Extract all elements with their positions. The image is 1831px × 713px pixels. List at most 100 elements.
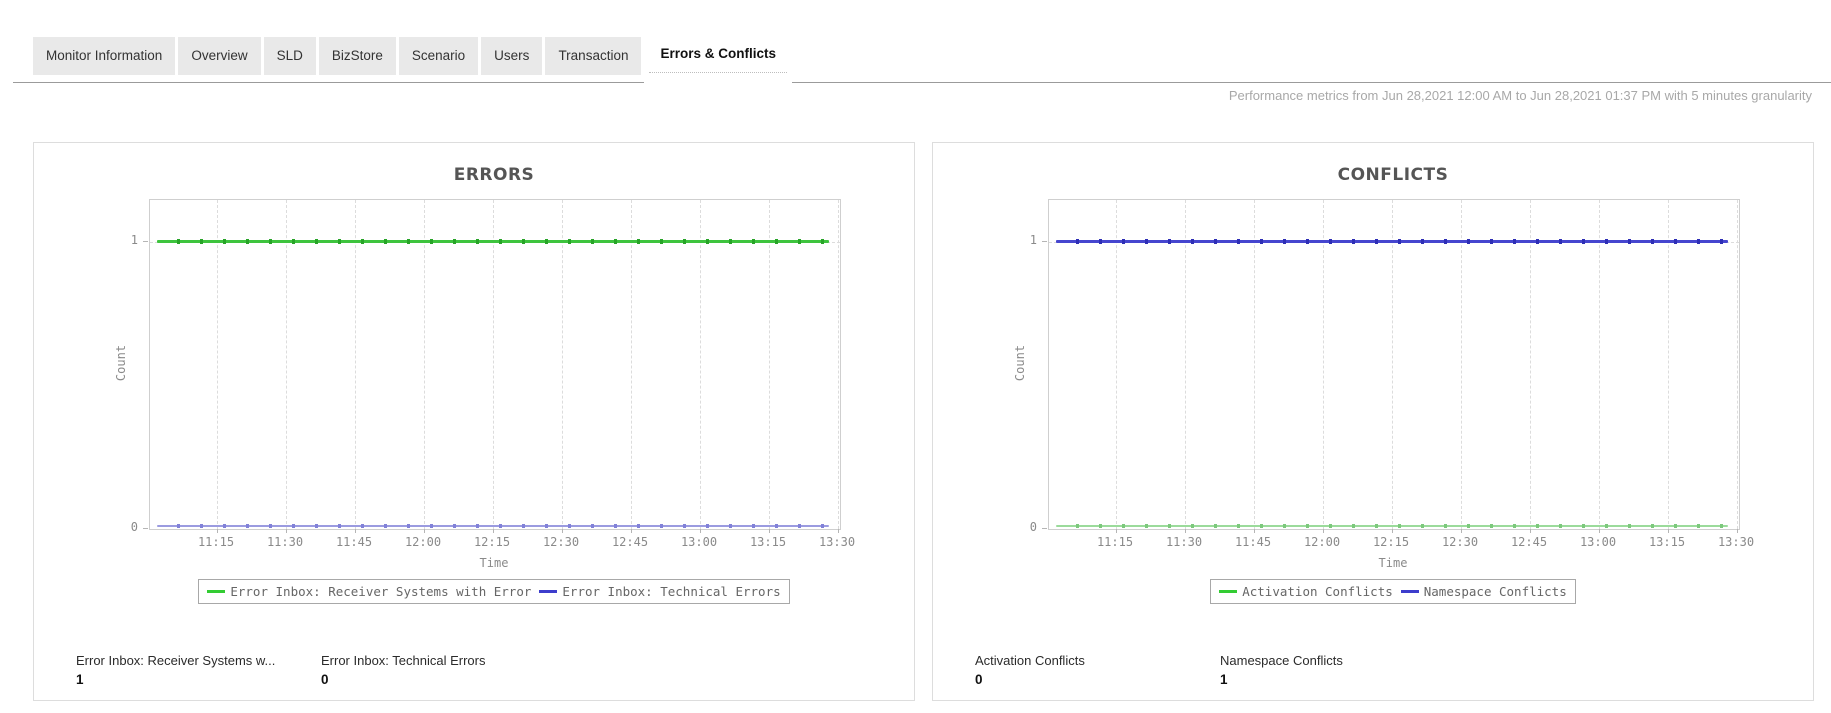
gridline-vertical xyxy=(1599,200,1600,529)
tab-scenario[interactable]: Scenario xyxy=(398,37,479,75)
y-axis-tick xyxy=(143,241,148,242)
x-tick-label: 12:45 xyxy=(1510,535,1548,549)
legend-item-error-inbox-receiver-systems-with-error: Error Inbox: Receiver Systems with Error xyxy=(207,584,531,599)
x-tick-label: 11:45 xyxy=(335,535,373,549)
x-tick-label: 13:00 xyxy=(680,535,718,549)
legend-swatch xyxy=(1219,590,1238,593)
x-axis-tick xyxy=(1254,529,1255,533)
x-axis-label: Time xyxy=(1378,556,1408,570)
x-axis-tick xyxy=(1599,529,1600,533)
stat-error-inbox-receiver-systems-w: Error Inbox: Receiver Systems w... 1 xyxy=(76,653,275,687)
x-tick-label: 13:15 xyxy=(1648,535,1686,549)
gridline-vertical xyxy=(493,200,494,529)
x-tick-label: 12:30 xyxy=(542,535,580,549)
x-tick-label: 11:30 xyxy=(1165,535,1203,549)
gridline-vertical xyxy=(1530,200,1531,529)
y-axis-tick xyxy=(143,528,148,529)
stat-label: Namespace Conflicts xyxy=(1220,653,1343,668)
y-tick-label: 1 xyxy=(1029,233,1037,247)
x-axis-tick xyxy=(631,529,632,533)
gridline-vertical xyxy=(1185,200,1186,529)
y-tick-label: 0 xyxy=(1029,520,1037,534)
x-axis-tick xyxy=(493,529,494,533)
x-axis-tick xyxy=(1461,529,1462,533)
chart-title: ERRORS xyxy=(453,165,535,185)
x-axis-tick xyxy=(1116,529,1117,533)
x-axis-tick xyxy=(1668,529,1669,533)
tab-bizstore[interactable]: BizStore xyxy=(318,37,396,75)
legend-box: Activation Conflicts Namespace Conflicts xyxy=(1210,579,1576,604)
errors-chart-panel: ERRORS Count 1 0 Time Error Inbox: Recei… xyxy=(33,142,915,701)
series-markers-activation-conflicts xyxy=(1056,524,1728,528)
x-tick-label: 11:30 xyxy=(266,535,304,549)
tab-bar: Monitor Information Overview SLD BizStore Sc… xyxy=(33,35,792,85)
x-tick-label: 12:15 xyxy=(473,535,511,549)
legend-swatch xyxy=(207,590,226,593)
x-axis-tick xyxy=(562,529,563,533)
gridline-vertical xyxy=(424,200,425,529)
legend-swatch xyxy=(539,590,558,593)
y-tick-label: 1 xyxy=(130,233,138,247)
tab-errors-conflicts[interactable]: Errors & Conflicts xyxy=(644,35,792,85)
gridline-vertical xyxy=(1116,200,1117,529)
legend-item-namespace-conflicts: Namespace Conflicts xyxy=(1400,584,1567,599)
y-axis-label: Count xyxy=(1013,344,1027,382)
stat-activation-conflicts: Activation Conflicts 0 xyxy=(975,653,1085,687)
x-axis-tick xyxy=(1737,529,1738,533)
x-axis-tick xyxy=(838,529,839,533)
x-tick-label: 13:30 xyxy=(1717,535,1755,549)
errors-and-conflicts-page: Monitor Information Overview SLD BizStore Sc… xyxy=(0,0,1831,713)
gridline-vertical xyxy=(769,200,770,529)
tab-monitor-information[interactable]: Monitor Information xyxy=(33,37,176,75)
x-axis-tick xyxy=(1392,529,1393,533)
plot-area xyxy=(149,199,841,533)
gridline-vertical xyxy=(1254,200,1255,529)
x-axis-tick xyxy=(217,529,218,533)
x-axis-tick xyxy=(769,529,770,533)
x-tick-label: 12:00 xyxy=(404,535,442,549)
x-tick-label: 11:15 xyxy=(1096,535,1134,549)
gridline-vertical xyxy=(1323,200,1324,529)
x-axis-tick xyxy=(700,529,701,533)
legend-item-error-inbox-technical-errors: Error Inbox: Technical Errors xyxy=(539,584,781,599)
gridline-vertical xyxy=(217,200,218,529)
gridline-vertical xyxy=(700,200,701,529)
gridline-vertical xyxy=(562,200,563,529)
x-tick-label: 12:00 xyxy=(1303,535,1341,549)
x-tick-label: 12:15 xyxy=(1372,535,1410,549)
stat-value: 0 xyxy=(975,672,983,687)
stat-value: 1 xyxy=(76,672,84,687)
x-axis-tick xyxy=(1185,529,1186,533)
y-axis-label: Count xyxy=(114,344,128,382)
legend-label: Error Inbox: Technical Errors xyxy=(562,584,781,599)
x-axis-tick xyxy=(424,529,425,533)
x-tick-label: 11:15 xyxy=(197,535,235,549)
series-markers-error-inbox-receiver-systems-with-error xyxy=(157,239,829,244)
stat-namespace-conflicts: Namespace Conflicts 1 xyxy=(1220,653,1343,687)
gridline-vertical xyxy=(1461,200,1462,529)
y-axis-tick xyxy=(1042,528,1047,529)
chart-title: CONFLICTS xyxy=(1337,165,1449,185)
tab-transaction[interactable]: Transaction xyxy=(545,37,642,75)
legend-item-activation-conflicts: Activation Conflicts xyxy=(1219,584,1393,599)
stat-label: Error Inbox: Technical Errors xyxy=(321,653,486,668)
gridline-vertical xyxy=(286,200,287,529)
stat-error-inbox-technical-errors: Error Inbox: Technical Errors 0 xyxy=(321,653,486,687)
gridline-vertical xyxy=(1737,200,1738,529)
stat-label: Activation Conflicts xyxy=(975,653,1085,668)
gridline-vertical xyxy=(838,200,839,529)
tab-overview[interactable]: Overview xyxy=(178,37,261,75)
x-axis-tick xyxy=(1530,529,1531,533)
x-tick-label: 12:45 xyxy=(611,535,649,549)
x-tick-label: 13:30 xyxy=(818,535,856,549)
x-tick-label: 11:45 xyxy=(1234,535,1272,549)
x-tick-label: 13:15 xyxy=(749,535,787,549)
x-axis-tick xyxy=(1323,529,1324,533)
legend-label: Error Inbox: Receiver Systems with Error xyxy=(230,584,532,599)
stat-value: 0 xyxy=(321,672,329,687)
legend-box: Error Inbox: Receiver Systems with Error… xyxy=(198,579,790,604)
gridline-vertical xyxy=(631,200,632,529)
x-tick-label: 12:30 xyxy=(1441,535,1479,549)
tab-sld[interactable]: SLD xyxy=(263,37,316,75)
tab-users[interactable]: Users xyxy=(481,37,543,75)
